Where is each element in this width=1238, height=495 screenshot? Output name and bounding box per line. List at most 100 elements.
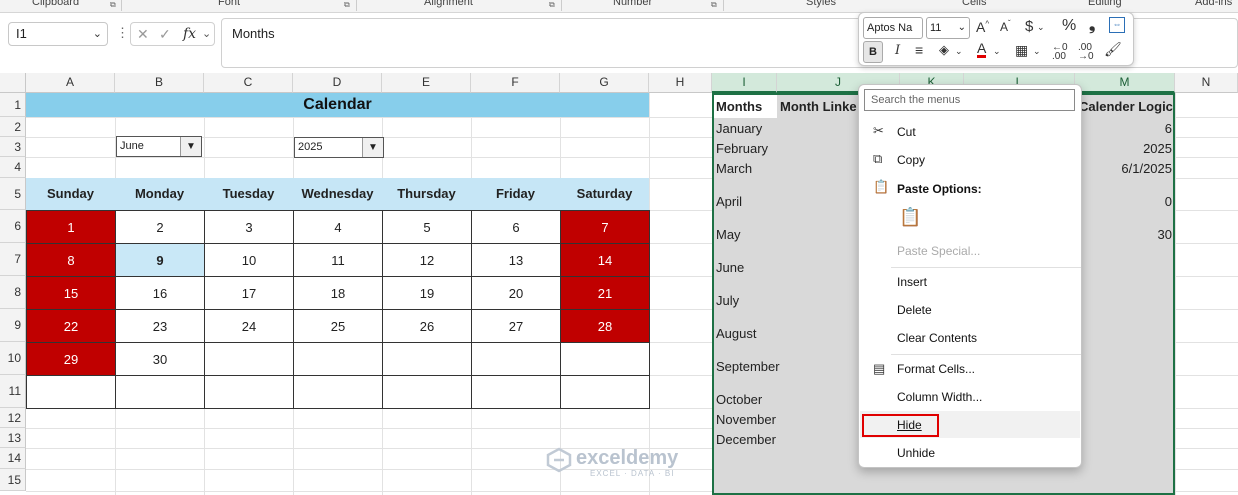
calendar-day-cell[interactable]: 15 (26, 276, 116, 310)
menu-item-unhide[interactable]: Unhide (897, 446, 935, 460)
chevron-down-icon[interactable]: ⌄ (93, 23, 102, 45)
column-header-h[interactable]: H (649, 73, 712, 93)
row-header-9[interactable]: 9 (0, 309, 26, 342)
insert-function-icon[interactable]: fx (183, 26, 196, 42)
calendar-day-cell[interactable] (293, 342, 383, 376)
row-header-1[interactable]: 1 (0, 93, 26, 117)
column-header-n[interactable]: N (1175, 73, 1238, 93)
calendar-day-cell[interactable]: 16 (115, 276, 205, 310)
bold-button[interactable]: B (863, 41, 883, 63)
chevron-down-icon[interactable]: ⌄ (1033, 46, 1041, 57)
percent-style-icon[interactable]: % (1062, 17, 1076, 35)
calendar-day-cell[interactable] (471, 375, 561, 409)
column-header-e[interactable]: E (382, 73, 471, 93)
row-header-12[interactable]: 12 (0, 408, 26, 428)
borders-icon[interactable]: ▦ (1015, 42, 1028, 59)
chevron-down-icon[interactable]: ⌄ (1037, 22, 1045, 33)
increase-font-size-icon[interactable]: A^ (976, 19, 989, 35)
enter-icon[interactable]: ✓ (159, 26, 171, 43)
cancel-icon[interactable]: ✕ (137, 26, 149, 43)
menu-search-input[interactable]: Search the menus (864, 89, 1075, 111)
row-header-13[interactable]: 13 (0, 428, 26, 448)
column-header-a[interactable]: A (26, 73, 115, 93)
menu-item-delete[interactable]: Delete (897, 303, 932, 317)
row-header-7[interactable]: 7 (0, 243, 26, 276)
format-painter-icon[interactable]: 🖌 (1104, 41, 1122, 58)
calendar-day-cell[interactable]: 21 (560, 276, 650, 310)
row-header-5[interactable]: 5 (0, 178, 26, 210)
calendar-day-cell[interactable] (560, 375, 650, 409)
alignment-launcher-icon[interactable]: ⧉ (549, 0, 555, 10)
calendar-day-cell[interactable]: 14 (560, 243, 650, 277)
calendar-day-cell[interactable]: 22 (26, 309, 116, 343)
calendar-day-cell[interactable]: 12 (382, 243, 472, 277)
menu-item-copy[interactable]: Copy (897, 153, 925, 167)
calendar-day-cell[interactable]: 17 (204, 276, 294, 310)
calendar-day-cell[interactable]: 1 (26, 210, 116, 244)
calendar-day-cell[interactable] (293, 375, 383, 409)
dropdown-arrow-icon[interactable]: ▼ (180, 137, 201, 156)
calendar-day-cell[interactable]: 3 (204, 210, 294, 244)
calendar-day-cell[interactable]: 10 (204, 243, 294, 277)
calendar-day-cell[interactable]: 25 (293, 309, 383, 343)
name-box[interactable]: I1 ⌄ (8, 22, 108, 46)
more-options-icon[interactable]: ⋮ (116, 25, 129, 41)
dropdown-arrow-icon[interactable]: ▼ (362, 138, 383, 157)
calendar-day-cell[interactable]: 9 (115, 243, 205, 277)
column-header-d[interactable]: D (293, 73, 382, 93)
menu-item-insert[interactable]: Insert (897, 275, 927, 289)
calendar-day-cell[interactable]: 27 (471, 309, 561, 343)
column-header-m[interactable]: M (1075, 73, 1175, 93)
menu-item-format-cells[interactable]: Format Cells... (897, 362, 975, 376)
font-size-box[interactable]: 11 ⌄ (926, 17, 970, 39)
row-header-14[interactable]: 14 (0, 448, 26, 469)
calendar-day-cell[interactable]: 23 (115, 309, 205, 343)
calendar-day-cell[interactable]: 26 (382, 309, 472, 343)
month-dropdown[interactable]: June ▼ (116, 136, 202, 157)
clipboard-launcher-icon[interactable]: ⧉ (110, 0, 116, 10)
italic-button[interactable]: I (895, 43, 900, 58)
decrease-decimal-icon[interactable]: .00 →0 (1078, 43, 1094, 62)
row-header-10[interactable]: 10 (0, 342, 26, 375)
decrease-font-size-icon[interactable]: Aˇ (1000, 19, 1011, 34)
menu-item-clear-contents[interactable]: Clear Contents (897, 331, 977, 345)
calendar-day-cell[interactable] (471, 342, 561, 376)
calendar-day-cell[interactable]: 7 (560, 210, 650, 244)
fill-color-icon[interactable]: ◈ (939, 42, 949, 58)
calendar-day-cell[interactable]: 24 (204, 309, 294, 343)
accounting-format-icon[interactable]: $ (1025, 18, 1033, 35)
calendar-day-cell[interactable]: 30 (115, 342, 205, 376)
row-header-4[interactable]: 4 (0, 157, 26, 178)
paste-icon[interactable]: 📋 (899, 207, 921, 228)
row-header-11[interactable]: 11 (0, 375, 26, 408)
calendar-day-cell[interactable] (115, 375, 205, 409)
chevron-down-icon[interactable]: ⌄ (955, 46, 963, 57)
comma-style-icon[interactable]: ❟ (1089, 17, 1095, 35)
select-all-corner[interactable] (0, 73, 26, 93)
year-dropdown[interactable]: 2025 ▼ (294, 137, 384, 158)
calendar-day-cell[interactable]: 8 (26, 243, 116, 277)
column-header-f[interactable]: F (471, 73, 560, 93)
calendar-day-cell[interactable] (382, 375, 472, 409)
row-header-15[interactable]: 15 (0, 469, 26, 491)
chevron-down-icon[interactable]: ⌄ (958, 18, 966, 38)
align-center-icon[interactable]: ≡ (915, 42, 923, 58)
calendar-day-cell[interactable] (382, 342, 472, 376)
row-header-6[interactable]: 6 (0, 210, 26, 243)
calendar-day-cell[interactable]: 19 (382, 276, 472, 310)
calendar-day-cell[interactable]: 20 (471, 276, 561, 310)
calendar-day-cell[interactable]: 4 (293, 210, 383, 244)
row-header-2[interactable]: 2 (0, 117, 26, 137)
column-header-c[interactable]: C (204, 73, 293, 93)
column-header-b[interactable]: B (115, 73, 204, 93)
font-color-icon[interactable]: A (977, 41, 987, 58)
number-launcher-icon[interactable]: ⧉ (711, 0, 717, 10)
menu-item-cut[interactable]: Cut (897, 125, 916, 139)
calendar-day-cell[interactable] (560, 342, 650, 376)
calendar-day-cell[interactable]: 6 (471, 210, 561, 244)
calendar-day-cell[interactable]: 11 (293, 243, 383, 277)
calendar-day-cell[interactable]: 18 (293, 276, 383, 310)
menu-item-column-width[interactable]: Column Width... (897, 390, 982, 404)
chevron-down-icon[interactable]: ⌄ (993, 46, 1001, 57)
chevron-down-icon[interactable]: ⌄ (202, 27, 211, 40)
